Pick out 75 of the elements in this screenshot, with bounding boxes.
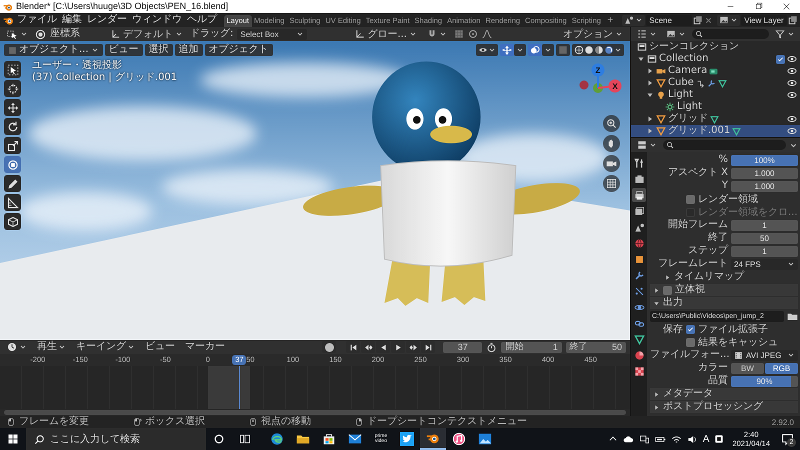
outliner-item[interactable]: グリッド [631, 113, 800, 125]
menu-item[interactable]: 追加 [174, 44, 203, 56]
field-label: % [717, 154, 728, 166]
number-field[interactable]: 1 [731, 220, 798, 230]
field-label: ステップ [687, 245, 728, 257]
checkbox-label: レンダー領域 [698, 192, 758, 206]
window-title: Blender* [C:\Users\huuge\3D Objects\PEN_16.blend] [16, 0, 228, 13]
end-frame-field[interactable]: 終了 50 [566, 342, 626, 352]
checkbox-label: 結果をキャッシュ [698, 336, 778, 349]
panel-header[interactable]: 立体視 [650, 284, 798, 296]
panel-header[interactable]: 出力 [650, 297, 798, 309]
panel-header[interactable]: ポストプロセッシング [650, 401, 798, 413]
field-label: カラー [697, 362, 728, 374]
menu-item[interactable]: キーイング [73, 340, 138, 354]
field-label: Y [720, 180, 728, 192]
options-dropdown[interactable]: オプション [560, 28, 626, 40]
status-hint: ボックス選択 [145, 416, 205, 428]
menu-item[interactable]: マーカー [182, 340, 228, 354]
menu-item[interactable]: 再生 [34, 340, 69, 354]
outliner-item[interactable]: Collection [631, 53, 800, 65]
toggle-option[interactable]: BW [731, 362, 764, 374]
slider-field[interactable]: 90% [731, 376, 798, 386]
field-label: 開始フレーム [667, 219, 728, 231]
outliner-item[interactable]: グリッド.001 [631, 125, 800, 137]
status-hint: ドープシートコンテクストメニュー [367, 416, 527, 428]
field-label: 品質 [707, 375, 728, 387]
toggle-option[interactable]: RGB [765, 362, 798, 374]
menu-item[interactable]: ビュー [104, 44, 143, 56]
current-frame-field[interactable]: 37 [443, 342, 482, 352]
number-field[interactable]: 1.000 [731, 180, 798, 192]
menu-item[interactable]: ヘルプ [185, 13, 219, 27]
menu-item[interactable]: オブジェクト [204, 44, 273, 56]
panel-header[interactable]: タイムリマップ [650, 271, 798, 283]
checkbox-label: レンダー領域をクロ... [698, 206, 798, 219]
field-label: 座標系 [50, 27, 80, 41]
scene-field[interactable]: Scene [646, 14, 692, 26]
field-label: ファイルフォー... [650, 349, 728, 361]
view-layer-field[interactable]: View Layer [741, 14, 788, 26]
field-label: フレームレート [657, 258, 728, 270]
menu-item[interactable]: ウィンドウ [130, 13, 184, 27]
menu-item[interactable]: レンダー [85, 13, 129, 27]
outliner-item[interactable]: Cube [631, 77, 800, 89]
drag-dropdown[interactable]: Select Box [237, 28, 308, 40]
outliner-item[interactable]: シーンコレクション [631, 41, 800, 53]
view-name: ユーザー・透視投影 [32, 60, 123, 72]
dropdown[interactable]: 24 FPS [731, 258, 798, 270]
status-hint: フレームを変更 [19, 416, 89, 428]
number-field[interactable]: 50 [731, 232, 798, 244]
menu-item[interactable]: ファイル [15, 13, 59, 27]
version-label: 2.92.0 [772, 418, 794, 426]
orientation-dropdown[interactable]: デフォルト [108, 28, 186, 40]
slider-field[interactable]: 100% [731, 154, 798, 166]
number-field[interactable]: 1.000 [731, 168, 798, 178]
panel-header[interactable]: メタデータ [650, 388, 798, 400]
outliner-item[interactable]: Light [631, 89, 800, 101]
field-label: アスペクト X [666, 167, 728, 179]
field-label: 終了 [707, 232, 728, 244]
status-hint: 視点の移動 [261, 416, 311, 428]
field-label: ドラッグ: [190, 27, 234, 41]
field-label: 保存 [663, 324, 683, 335]
outliner-item[interactable]: Camera [631, 65, 800, 77]
search-field[interactable]: ここに入力して検索 [26, 428, 206, 450]
menu-item[interactable]: ビュー [142, 340, 178, 354]
add-tab-button[interactable]: + [603, 15, 618, 27]
mode-dropdown[interactable]: オブジェクト... [4, 44, 103, 56]
input-method-button[interactable]: A [702, 434, 710, 444]
outliner-item[interactable]: Light [631, 101, 800, 113]
transform-orientation-dropdown[interactable]: グロー... [352, 28, 420, 40]
menu-item[interactable]: 編集 [60, 13, 84, 27]
menu-item[interactable]: 選択 [144, 44, 173, 56]
number-field[interactable]: 1 [731, 246, 798, 256]
dropdown[interactable]: AVI JPEG [731, 350, 798, 360]
context-label: (37) Collection | グリッド.001 [32, 72, 178, 84]
start-frame-field[interactable]: 開始 1 [501, 342, 562, 352]
checkbox-label: ファイル拡張子 [698, 322, 768, 336]
